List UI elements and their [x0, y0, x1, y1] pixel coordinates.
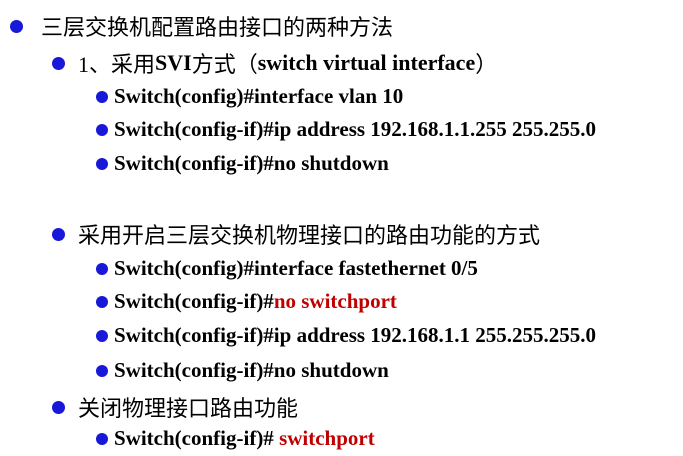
method2-command-2: Switch(config-if)# no switchport — [96, 289, 397, 314]
method1-command-2: Switch(config-if)#ip address 192.168.1.1… — [96, 117, 596, 142]
bullet-icon — [96, 295, 108, 308]
method1-heading-prefix: 1、采用 — [78, 52, 156, 77]
bullet-icon — [52, 400, 65, 414]
method1-heading-suffix: ） — [475, 52, 498, 77]
method1-command-1: Switch(config)#interface vlan 10 — [96, 84, 403, 109]
command-highlight: no switchport — [273, 289, 397, 313]
disable-heading-line: 关闭物理接口路由功能 — [52, 391, 298, 423]
command-text: Switch(config-if)#no shutdown — [114, 151, 389, 175]
command-text: Switch(config)#interface vlan 10 — [114, 84, 404, 108]
bullet-icon — [96, 90, 108, 103]
command-text: Switch(config)#interface fastethernet 0/… — [114, 256, 478, 280]
method2-heading: 采用开启三层交换机物理接口的路由功能的方式 — [78, 223, 541, 248]
bullet-icon — [96, 123, 108, 136]
slide-title: 三层交换机配置路由接口的两种方法 — [41, 15, 394, 40]
command-text: Switch(config-if)#ip address 192.168.1.1… — [114, 117, 597, 141]
method2-command-3: Switch(config-if)#ip address 192.168.1.1… — [96, 323, 596, 348]
method1-heading-mid: 方式（ — [191, 52, 258, 77]
slide-title-line: 三层交换机配置路由接口的两种方法 — [10, 10, 393, 42]
disable-heading: 关闭物理接口路由功能 — [78, 396, 299, 421]
bullet-icon — [10, 19, 23, 33]
bullet-icon — [52, 56, 65, 70]
bullet-icon — [96, 432, 108, 445]
command-highlight: switchport — [279, 426, 375, 450]
command-prefix: Switch(config-if)# — [114, 289, 274, 313]
bullet-icon — [96, 329, 108, 342]
method2-heading-line: 采用开启三层交换机物理接口的路由功能的方式 — [52, 218, 540, 250]
bullet-icon — [96, 364, 108, 377]
bullet-icon — [96, 262, 108, 275]
command-prefix: Switch(config-if)# — [114, 426, 280, 450]
method1-heading-svi: SVI — [155, 50, 192, 75]
method2-command-4: Switch(config-if)#no shutdown — [96, 358, 389, 383]
command-text: Switch(config-if)#ip address 192.168.1.1… — [114, 323, 597, 347]
disable-command-1: Switch(config-if)# switchport — [96, 426, 375, 451]
bullet-icon — [96, 157, 108, 170]
method1-command-3: Switch(config-if)#no shutdown — [96, 151, 389, 176]
command-text: Switch(config-if)#no shutdown — [114, 358, 389, 382]
method1-heading-line: 1、采用 SVI 方式（ switch virtual interface） — [52, 47, 497, 79]
method1-heading-paren: switch virtual interface — [257, 50, 476, 75]
bullet-icon — [52, 227, 65, 241]
method2-command-1: Switch(config)#interface fastethernet 0/… — [96, 256, 478, 281]
